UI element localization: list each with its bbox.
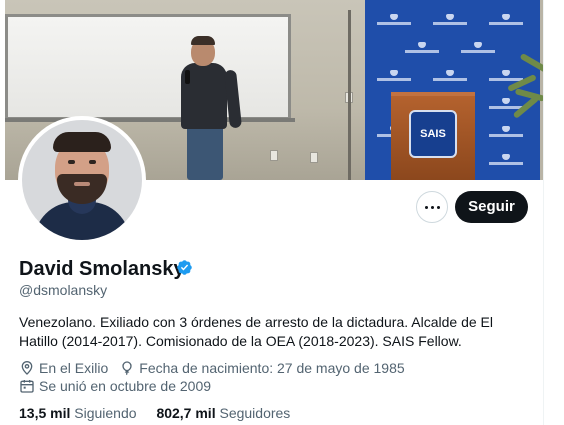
banner-microphone <box>185 70 190 84</box>
joined-item: Se unió en octubre de 2009 <box>19 378 211 394</box>
backdrop-logo <box>489 154 523 166</box>
location-text: En el Exilio <box>39 360 109 376</box>
follow-button[interactable]: Seguir <box>455 191 528 223</box>
banner-stand-pole <box>348 10 351 180</box>
backdrop-logo <box>489 126 523 138</box>
right-gutter <box>543 0 564 425</box>
more-options-button[interactable] <box>416 191 448 223</box>
backdrop-logo <box>489 14 523 26</box>
backdrop-logo <box>433 70 467 82</box>
ellipsis-icon <box>423 205 441 209</box>
banner-speaker-legs <box>187 125 223 180</box>
banner-podium-seal: SAIS <box>409 110 457 158</box>
profile-handle: @dsmolansky <box>19 282 108 298</box>
avatar[interactable] <box>18 116 146 244</box>
banner-wall-outlet <box>310 152 318 163</box>
avatar-image <box>22 120 142 240</box>
followers-label: Seguidores <box>219 405 291 421</box>
backdrop-logo <box>405 42 439 54</box>
location-item: En el Exilio <box>19 360 108 376</box>
balloon-icon <box>122 361 132 376</box>
avatar-eye <box>89 160 96 164</box>
birthdate-item: Fecha de nacimiento: 27 de mayo de 1985 <box>119 360 405 376</box>
avatar-eye <box>68 160 75 164</box>
banner-whiteboard <box>5 14 291 120</box>
backdrop-logo <box>377 14 411 26</box>
profile-bio: Venezolano. Exiliado con 3 órdenes de ar… <box>19 314 493 349</box>
follow-stats: 13,5 mil Siguiendo 802,7 mil Seguidores <box>19 405 290 421</box>
avatar-hair <box>53 132 111 152</box>
followers-count: 802,7 mil <box>156 405 216 421</box>
verified-badge-icon[interactable] <box>176 259 193 276</box>
profile-meta-row: Se unió en octubre de 2009 <box>19 378 222 394</box>
following-label: Siguiendo <box>74 405 137 421</box>
profile-meta-row: En el Exilio Fecha de nacimiento: 27 de … <box>19 360 416 376</box>
banner-wall-switch <box>270 150 278 161</box>
avatar-beard <box>57 174 107 204</box>
calendar-icon <box>20 380 34 393</box>
backdrop-logo <box>377 70 411 82</box>
joined-text: Se unió en octubre de 2009 <box>39 378 212 394</box>
birthdate-text: Fecha de nacimiento: 27 de mayo de 1985 <box>139 360 405 376</box>
display-name: David Smolansky <box>19 258 185 280</box>
location-pin-icon <box>21 361 33 375</box>
followers-link[interactable]: 802,7 mil Seguidores <box>156 405 290 421</box>
backdrop-logo <box>461 42 495 54</box>
avatar-mouth <box>74 182 90 186</box>
following-link[interactable]: 13,5 mil Siguiendo <box>19 405 156 421</box>
banner-speaker-hair <box>191 36 215 45</box>
profile-page: SAIS Seguir David Smolansky @dsmolansky … <box>0 0 564 425</box>
following-count: 13,5 mil <box>19 405 71 421</box>
backdrop-logo <box>433 14 467 26</box>
banner-board-tray <box>5 118 295 122</box>
